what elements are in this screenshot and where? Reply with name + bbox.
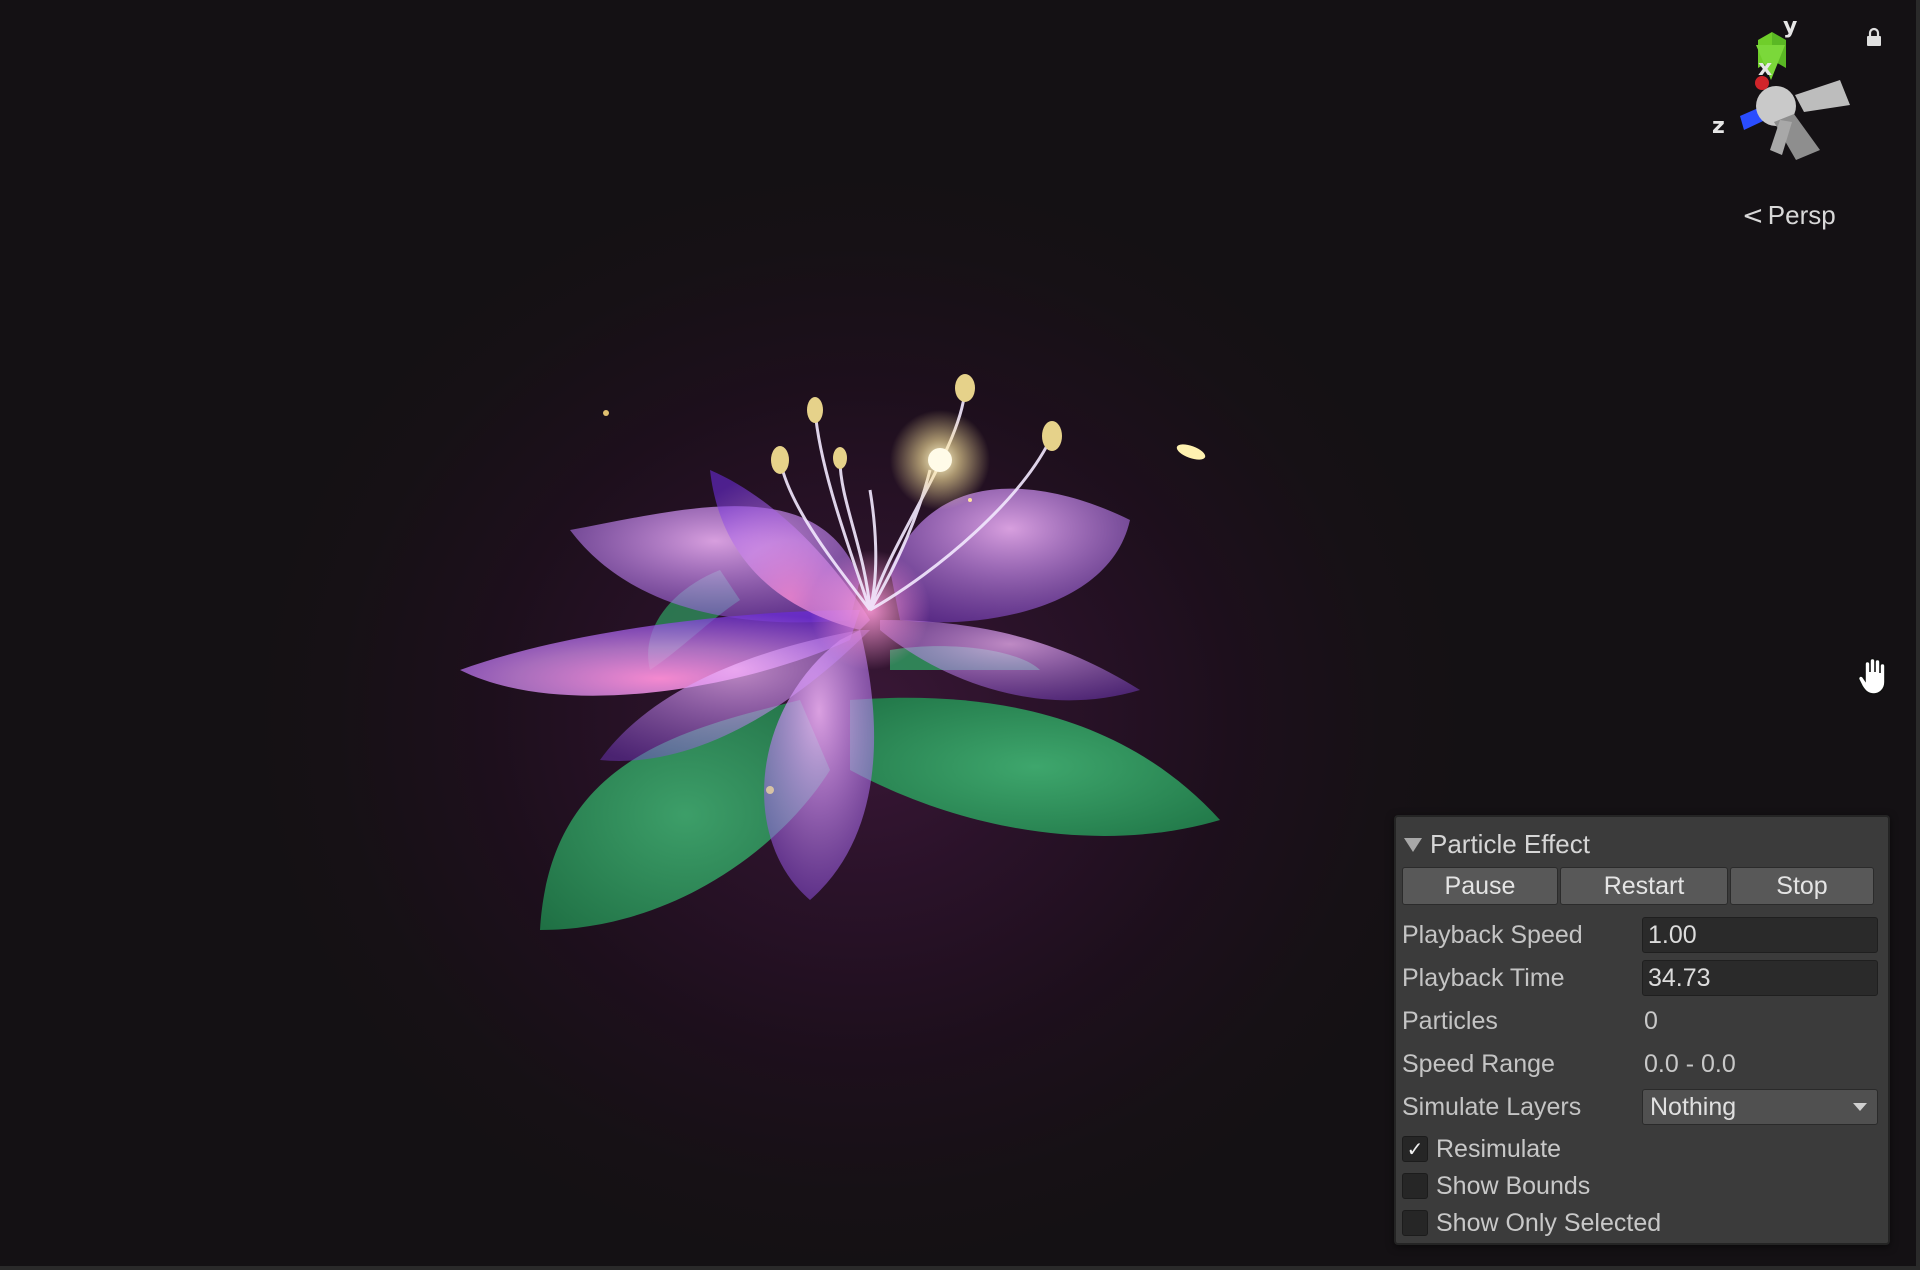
show-bounds-option[interactable]: Show Bounds — [1402, 1169, 1590, 1203]
playback-speed-label: Playback Speed — [1402, 920, 1583, 949]
viewport-right-border — [1916, 0, 1920, 1270]
panel-header[interactable]: Particle Effect — [1404, 829, 1590, 860]
show-only-selected-label: Show Only Selected — [1436, 1208, 1662, 1237]
playback-time-field[interactable]: 34.73 — [1642, 960, 1878, 996]
speed-range-label: Speed Range — [1402, 1049, 1555, 1078]
y-axis-label: y — [1783, 14, 1798, 39]
lock-icon[interactable] — [1863, 26, 1885, 48]
simulate-layers-label: Simulate Layers — [1402, 1092, 1582, 1121]
viewport-bottom-border — [0, 1266, 1920, 1270]
playback-time-label: Playback Time — [1402, 963, 1565, 992]
simulate-layers-value: Nothing — [1650, 1092, 1737, 1121]
hand-icon — [1857, 657, 1886, 695]
resimulate-checkbox[interactable]: ✓ — [1402, 1136, 1428, 1162]
particles-label: Particles — [1402, 1006, 1498, 1035]
playback-buttons: Pause Restart Stop — [1402, 867, 1878, 905]
particles-count: 0 — [1644, 1006, 1658, 1035]
particle-effect-panel: Particle Effect Pause Restart Stop Playb… — [1394, 815, 1890, 1245]
flower-particle-effect — [460, 374, 1220, 930]
dropdown-arrow-icon — [1853, 1103, 1867, 1111]
speed-range-value: 0.0 - 0.0 — [1644, 1049, 1736, 1078]
stop-button[interactable]: Stop — [1730, 867, 1874, 905]
playback-speed-row: Playback Speed 1.00 — [1402, 916, 1878, 954]
show-bounds-label: Show Bounds — [1436, 1171, 1591, 1200]
speed-range-row: Speed Range 0.0 - 0.0 — [1402, 1045, 1878, 1083]
resimulate-label: Resimulate — [1436, 1134, 1562, 1163]
show-bounds-checkbox[interactable] — [1402, 1173, 1428, 1199]
scene-viewport[interactable]: y x z < Persp Particle Effect Pause Rest… — [0, 0, 1920, 1270]
show-only-selected-checkbox[interactable] — [1402, 1210, 1428, 1236]
x-axis-label: x — [1758, 56, 1773, 81]
restart-button[interactable]: Restart — [1560, 867, 1728, 905]
playback-time-row: Playback Time 34.73 — [1402, 959, 1878, 997]
particles-row: Particles 0 — [1402, 1002, 1878, 1040]
simulate-layers-dropdown[interactable]: Nothing — [1642, 1089, 1878, 1125]
projection-label: Persp — [1767, 200, 1836, 230]
collapse-triangle-icon[interactable] — [1404, 837, 1422, 852]
show-only-selected-option[interactable]: Show Only Selected — [1402, 1206, 1661, 1240]
simulate-layers-row: Simulate Layers Nothing — [1402, 1088, 1878, 1126]
z-axis-label: z — [1712, 114, 1725, 139]
playback-speed-field[interactable]: 1.00 — [1642, 917, 1878, 953]
panel-title: Particle Effect — [1430, 829, 1590, 859]
projection-toggle[interactable]: < Persp — [1742, 200, 1836, 231]
chevron-left-icon: < — [1742, 200, 1764, 231]
pause-button[interactable]: Pause — [1402, 867, 1558, 905]
resimulate-option[interactable]: ✓ Resimulate — [1402, 1132, 1561, 1166]
